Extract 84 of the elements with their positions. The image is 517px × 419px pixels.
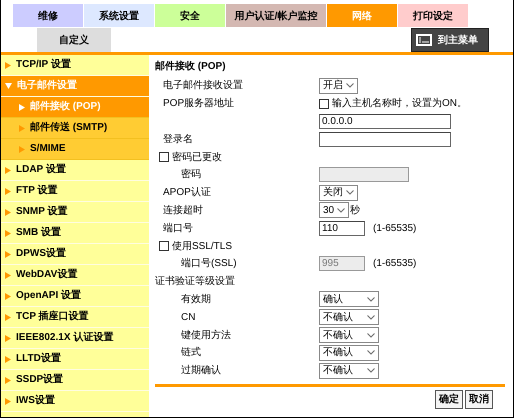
sidebar-item[interactable]: IWS设置 — [1, 391, 149, 412]
sidebar-item[interactable]: TCP 插座口设置 — [1, 307, 149, 328]
nav-tab[interactable]: 打印设定 — [398, 4, 468, 27]
sidebar-item[interactable]: 邮件传送 (SMTP) — [1, 118, 149, 139]
sidebar-item[interactable]: SSDP设置 — [1, 370, 149, 391]
sidebar-item[interactable]: LDAP 设置 — [1, 160, 149, 181]
dropdown[interactable]: 不确认 — [319, 344, 379, 361]
nav-tab[interactable]: 用户认证/帐户监控 — [226, 4, 326, 27]
form-button[interactable]: 取消 — [465, 390, 493, 409]
field-label: 有效期 — [181, 294, 211, 305]
text-field[interactable] — [319, 132, 451, 147]
field-label: CN — [181, 312, 196, 323]
collapsed-arrow-icon — [5, 62, 11, 68]
dropdown[interactable]: 30 — [319, 202, 350, 218]
dropdown[interactable]: 确认 — [319, 291, 379, 308]
sidebar-item[interactable]: FTP 设置 — [1, 181, 149, 202]
nav-tab[interactable]: 自定义 — [37, 28, 111, 52]
checkbox-label: 密码已更改 — [172, 150, 222, 164]
checkbox[interactable] — [319, 98, 329, 109]
collapsed-arrow-icon — [5, 376, 11, 384]
checkbox-label: 使用SSL/TLS — [172, 240, 232, 253]
nav-tab[interactable]: 维修 — [13, 4, 83, 27]
collapsed-arrow-icon — [5, 314, 11, 320]
section-title: 邮件接收 (POP) — [155, 60, 227, 74]
caret-icon — [367, 350, 375, 356]
section-label: 证书验证等级设置 — [155, 275, 235, 288]
collapsed-arrow-icon — [19, 146, 25, 152]
field-label: 链式 — [181, 347, 201, 358]
collapsed-arrow-icon — [5, 250, 11, 258]
collapsed-arrow-icon — [5, 272, 11, 278]
caret-icon — [346, 83, 354, 88]
menu-screen-icon — [416, 34, 432, 46]
field-label: 密码 — [181, 169, 201, 180]
unit-label: 秒 — [350, 204, 360, 217]
collapsed-arrow-icon — [5, 230, 11, 236]
dropdown[interactable]: 开启 — [319, 78, 358, 94]
sidebar-item[interactable]: IEEE802.1X 认证设置 — [1, 328, 149, 349]
nav-tab[interactable]: 系统设置 — [84, 4, 154, 27]
field-label: POP服务器地址 — [163, 98, 234, 110]
sidebar-item[interactable]: WebDAV设置 — [1, 265, 149, 286]
field-label: 电子邮件接收设置 — [163, 80, 243, 92]
caret-icon — [367, 332, 375, 338]
caret-icon — [346, 190, 354, 196]
nav-tab[interactable]: 安全 — [155, 4, 225, 27]
field-label: 连接超时 — [163, 204, 203, 216]
sidebar-item[interactable]: SMB 设置 — [1, 223, 149, 244]
dropdown[interactable]: 不确认 — [319, 327, 379, 344]
sidebar-item[interactable]: LLTD设置 — [1, 349, 149, 370]
collapsed-arrow-icon — [5, 398, 11, 404]
collapsed-arrow-icon — [5, 334, 11, 342]
form-button[interactable]: 确定 — [435, 390, 463, 409]
collapsed-arrow-icon — [5, 166, 11, 174]
field-label: 端口号(SSL) — [181, 258, 237, 270]
collapsed-arrow-icon — [5, 292, 11, 300]
field-label: 登录名 — [163, 134, 193, 145]
sidebar-item[interactable]: DPWS设置 — [1, 244, 149, 265]
text-field[interactable]: 0.0.0.0 — [319, 114, 451, 129]
collapsed-arrow-icon — [5, 188, 11, 194]
caret-icon — [367, 368, 375, 374]
range-hint: (1-65535) — [373, 257, 416, 270]
caret-icon — [367, 296, 375, 302]
text-field[interactable]: 110 — [319, 220, 365, 236]
collapsed-arrow-icon — [19, 124, 25, 132]
field-label: 端口号 — [163, 222, 193, 234]
collapsed-arrow-icon — [19, 104, 25, 110]
range-hint: (1-65535) — [373, 222, 416, 235]
caret-icon — [367, 314, 375, 320]
field-label: 过期确认 — [181, 365, 221, 376]
checkbox[interactable] — [159, 152, 169, 162]
collapsed-arrow-icon — [5, 356, 11, 362]
caret-icon — [337, 208, 346, 213]
checkbox[interactable] — [159, 241, 169, 252]
sidebar-item[interactable]: S/MIME — [1, 139, 149, 160]
dropdown[interactable]: 不确认 — [319, 309, 379, 326]
collapsed-arrow-icon — [5, 208, 11, 216]
field-label: 键使用方法 — [181, 330, 231, 341]
sidebar-item[interactable]: SNMP 设置 — [1, 202, 149, 223]
dropdown[interactable]: 关闭 — [319, 184, 358, 201]
home-menu-button[interactable]: 到主菜单 — [411, 28, 489, 52]
checkbox-label: 输入主机名称时，设置为ON。 — [332, 97, 467, 110]
sidebar-item[interactable]: OpenAPI 设置 — [1, 286, 149, 307]
dropdown[interactable]: 不确认 — [319, 362, 379, 379]
field-label: APOP认证 — [163, 187, 211, 198]
expanded-arrow-icon — [5, 83, 12, 89]
